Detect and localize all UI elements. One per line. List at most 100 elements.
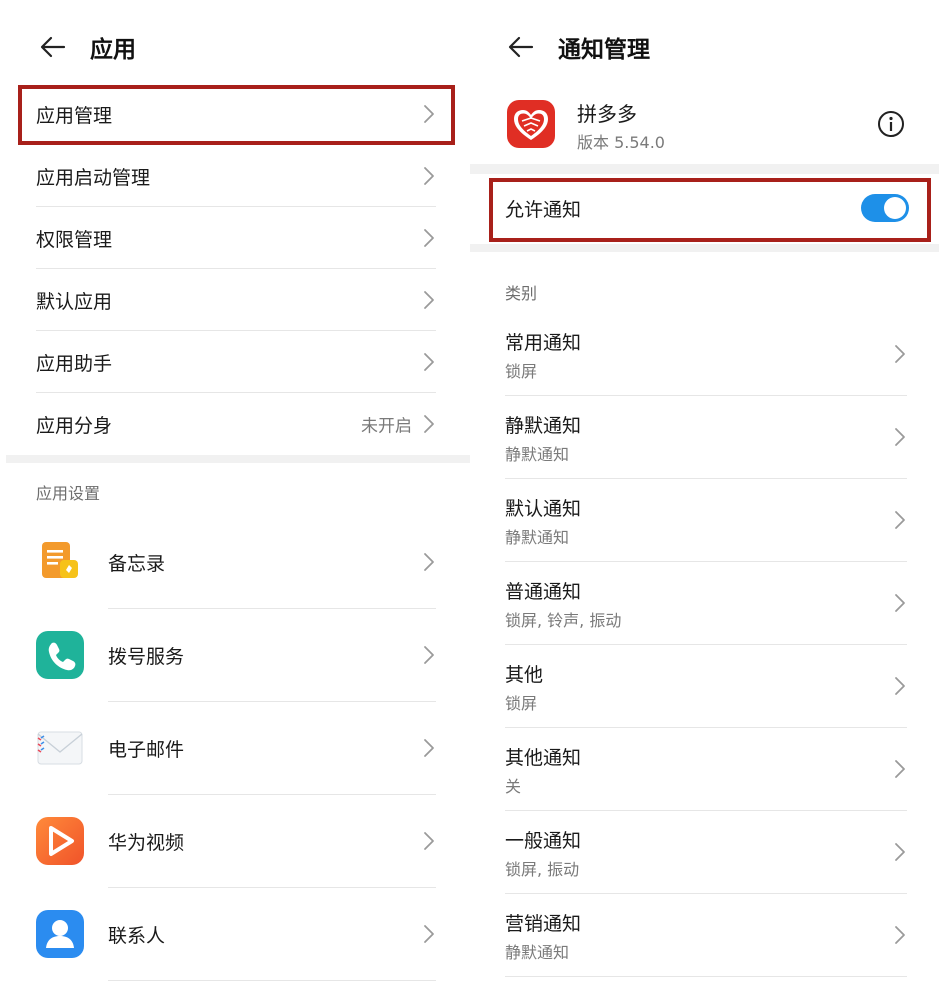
app-item-label: 备忘录 [108, 552, 166, 575]
section-label: 应用设置 [36, 484, 101, 503]
app-item-label: 电子邮件 [108, 738, 185, 761]
chevron-right-icon [424, 167, 434, 185]
category-title: 普通通知 [505, 581, 582, 603]
back-button[interactable] [36, 30, 70, 64]
category-item[interactable]: 其他 锁屏 [505, 645, 907, 727]
category-item[interactable]: 营销通知 静默通知 [505, 894, 907, 976]
chevron-right-icon [424, 739, 434, 757]
divider [36, 206, 436, 207]
chevron-right-icon [895, 511, 905, 529]
page-header: 应用 [36, 22, 136, 72]
status-value: 未开启 [361, 416, 412, 437]
phone-icon [36, 631, 84, 679]
category-title: 其他 [505, 664, 544, 686]
page-header: 通知管理 [504, 22, 650, 72]
pinduoduo-heart-icon [507, 100, 555, 148]
category-title: 一般通知 [505, 830, 582, 852]
chevron-right-icon [895, 926, 905, 944]
app-info-button[interactable] [876, 109, 906, 139]
category-sub: 静默通知 [505, 445, 570, 464]
toggle-knob [884, 197, 906, 219]
video-play-icon [36, 817, 84, 865]
menu-item-app-launch[interactable]: 应用启动管理 [36, 146, 436, 206]
menu-item-label: 应用管理 [36, 104, 113, 127]
arrow-left-icon [40, 36, 66, 58]
chevron-right-icon [895, 677, 905, 695]
app-item-label: 华为视频 [108, 831, 185, 854]
section-separator [6, 455, 470, 463]
chevron-right-icon [424, 925, 434, 943]
category-item[interactable]: 其他通知 关 [505, 728, 907, 810]
app-settings-panel: 应用 应用管理 应用启动管理 权限管理 默认应用 应用助手 应用分身 未开启 应… [0, 0, 470, 1000]
category-sub: 锁屏, 铃声, 振动 [505, 611, 622, 630]
divider [36, 330, 436, 331]
chevron-right-icon [895, 594, 905, 612]
chevron-right-icon [424, 229, 434, 247]
chevron-right-icon [895, 428, 905, 446]
back-button[interactable] [504, 30, 538, 64]
menu-item-label: 权限管理 [36, 228, 113, 251]
app-item-dialer[interactable]: 拨号服务 [36, 609, 436, 701]
page-title: 通知管理 [558, 37, 650, 63]
app-version: 版本 5.54.0 [577, 133, 665, 152]
allow-notifications-row[interactable]: 允许通知 [505, 178, 909, 238]
app-item-huawei-video[interactable]: 华为视频 [36, 795, 436, 887]
app-name: 拼多多 [577, 102, 637, 126]
page-title: 应用 [90, 37, 136, 63]
allow-notifications-toggle[interactable] [861, 194, 909, 222]
chevron-right-icon [424, 353, 434, 371]
menu-item-label: 应用助手 [36, 352, 113, 375]
menu-item-label: 默认应用 [36, 290, 113, 313]
category-sub: 静默通知 [505, 528, 570, 547]
category-section-label: 类别 [505, 284, 538, 303]
mail-envelope-icon [36, 724, 84, 772]
menu-item-label: 应用启动管理 [36, 166, 151, 189]
chevron-right-icon [424, 415, 434, 433]
chevron-right-icon [424, 646, 434, 664]
divider [108, 980, 436, 981]
app-item-memo[interactable]: 备忘录 [36, 516, 436, 608]
chevron-right-icon [895, 843, 905, 861]
menu-item-app-assistant[interactable]: 应用助手 [36, 332, 436, 392]
app-item-label: 联系人 [108, 924, 166, 947]
category-title: 其他通知 [505, 747, 582, 769]
allow-notifications-label: 允许通知 [505, 198, 582, 221]
category-title: 营销通知 [505, 913, 582, 935]
notepad-icon [36, 538, 84, 586]
category-sub: 锁屏, 振动 [505, 860, 580, 879]
menu-item-permissions[interactable]: 权限管理 [36, 208, 436, 268]
menu-item-default-apps[interactable]: 默认应用 [36, 270, 436, 330]
chevron-right-icon [424, 291, 434, 309]
category-sub: 静默通知 [505, 943, 570, 962]
app-item-contacts[interactable]: 联系人 [36, 888, 436, 980]
category-item[interactable]: 默认通知 静默通知 [505, 479, 907, 561]
menu-item-app-management[interactable]: 应用管理 [36, 84, 436, 144]
notification-management-panel: 通知管理 拼多多 版本 5.54.0 允许通知 类别 常用通知 锁屏 静默通知 [470, 0, 943, 1000]
app-item-email[interactable]: 电子邮件 [36, 702, 436, 794]
category-sub: 关 [505, 777, 522, 796]
contact-person-icon [36, 910, 84, 958]
info-circle-icon [878, 111, 904, 137]
chevron-right-icon [424, 105, 434, 123]
category-title: 静默通知 [505, 415, 582, 437]
app-item-label: 拨号服务 [108, 645, 185, 668]
chevron-right-icon [424, 832, 434, 850]
category-title: 常用通知 [505, 332, 582, 354]
category-item[interactable]: 普通通知 锁屏, 铃声, 振动 [505, 562, 907, 644]
menu-item-app-twin[interactable]: 应用分身 未开启 [36, 394, 436, 454]
divider [505, 976, 907, 977]
section-separator [470, 164, 939, 174]
divider [36, 144, 436, 145]
chevron-right-icon [895, 345, 905, 363]
category-item[interactable]: 一般通知 锁屏, 振动 [505, 811, 907, 893]
section-separator [470, 244, 939, 252]
chevron-right-icon [895, 760, 905, 778]
category-title: 默认通知 [505, 498, 582, 520]
category-sub: 锁屏 [505, 694, 538, 713]
divider [36, 268, 436, 269]
category-item[interactable]: 常用通知 锁屏 [505, 313, 907, 395]
chevron-right-icon [424, 553, 434, 571]
category-item[interactable]: 静默通知 静默通知 [505, 396, 907, 478]
category-sub: 锁屏 [505, 362, 538, 381]
arrow-left-icon [508, 36, 534, 58]
